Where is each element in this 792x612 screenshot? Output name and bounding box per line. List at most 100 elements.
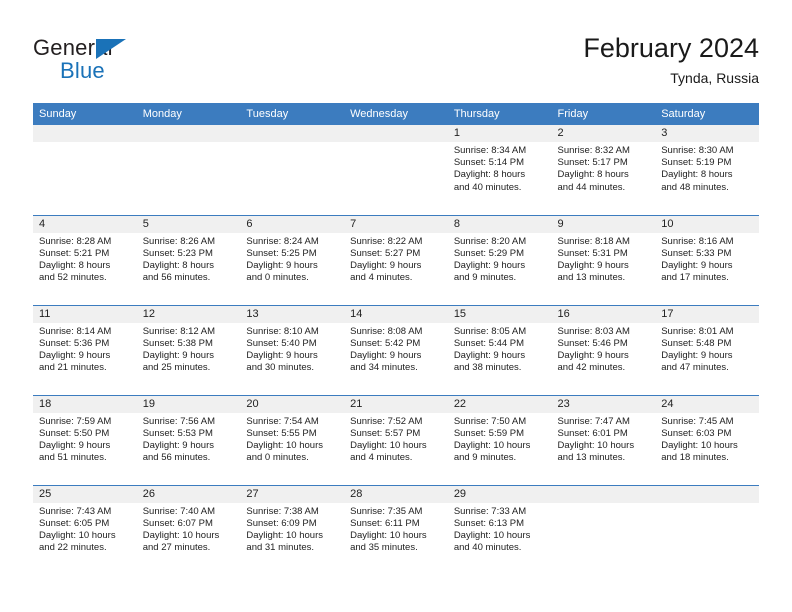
sunset-text: Sunset: 5:50 PM — [39, 427, 110, 439]
calendar-day-cell[interactable]: 10 Sunrise: 8:16 AM Sunset: 5:33 PM Dayligh… — [655, 214, 759, 305]
sunset-text: Sunset: 5:44 PM — [453, 337, 525, 349]
calendar-day-cell[interactable]: 12 Sunrise: 8:12 AM Sunset: 5:38 PM Dayligh… — [136, 304, 241, 395]
daylight-text-line1: Daylight: 10 hours — [246, 529, 323, 541]
daylight-text-line2: and 42 minutes. — [557, 362, 626, 374]
calendar-day-cell[interactable]: 6 Sunrise: 8:24 AM Sunset: 5:25 PM Daylight… — [240, 214, 345, 305]
calendar-day-cell[interactable]: 15 Sunrise: 8:05 AM Sunset: 5:44 PM Dayligh… — [447, 304, 552, 395]
sunset-text: Sunset: 5:46 PM — [557, 337, 628, 349]
daylight-text-line1: Daylight: 10 hours — [142, 529, 220, 541]
calendar-cell-empty — [33, 125, 137, 215]
sunset-text: Sunset: 5:19 PM — [661, 157, 732, 169]
daylight-text-line2: and 34 minutes. — [350, 362, 418, 374]
sunrise-text: Sunrise: 7:47 AM — [557, 415, 630, 427]
weekday-header-thursday: Thursday — [447, 103, 552, 125]
calendar-day-cell[interactable]: 25 Sunrise: 7:43 AM Sunset: 6:05 PM Dayligh… — [33, 484, 137, 575]
calendar-day-cell[interactable]: 26 Sunrise: 7:40 AM Sunset: 6:07 PM Dayligh… — [136, 484, 241, 575]
calendar-day-cell[interactable]: 17 Sunrise: 8:01 AM Sunset: 5:48 PM Dayligh… — [655, 304, 759, 395]
sunset-text: Sunset: 5:31 PM — [557, 247, 628, 259]
logo-secondary-text: Blue — [60, 58, 105, 83]
daylight-text-line1: Daylight: 9 hours — [246, 259, 318, 271]
calendar-week-row: 4 Sunrise: 8:28 AM Sunset: 5:21 PM Daylight… — [33, 214, 759, 305]
page-header: General Blue February 2024 Tynda, Russia — [0, 0, 792, 98]
calendar-day-cell[interactable]: 13 Sunrise: 8:10 AM Sunset: 5:40 PM Dayligh… — [240, 304, 345, 395]
day-details: Sunrise: 8:14 AM Sunset: 5:36 PM Daylight:… — [33, 323, 137, 375]
sunrise-text: Sunrise: 7:54 AM — [246, 415, 319, 427]
day-details: Sunrise: 8:32 AM Sunset: 5:17 PM Daylight:… — [552, 142, 656, 194]
sunset-text: Sunset: 6:05 PM — [39, 517, 110, 529]
calendar-day-cell[interactable]: 23 Sunrise: 7:47 AM Sunset: 6:01 PM Dayligh… — [551, 394, 656, 485]
daylight-text-line1: Daylight: 8 hours — [661, 169, 733, 181]
day-details: Sunrise: 7:38 AM Sunset: 6:09 PM Daylight:… — [240, 503, 344, 555]
sunset-text: Sunset: 6:03 PM — [661, 427, 732, 439]
calendar-day-cell[interactable]: 18 Sunrise: 7:59 AM Sunset: 5:50 PM Dayligh… — [33, 394, 137, 485]
calendar-day-cell[interactable]: 2 Sunrise: 8:32 AM Sunset: 5:17 PM Daylight… — [551, 125, 656, 215]
calendar-day-cell[interactable]: 1 Sunrise: 8:34 AM Sunset: 5:14 PM Daylight… — [447, 125, 552, 215]
day-details: Sunrise: 8:10 AM Sunset: 5:40 PM Daylight:… — [240, 323, 344, 375]
sunrise-text: Sunrise: 7:40 AM — [142, 505, 216, 517]
calendar-day-cell[interactable]: 16 Sunrise: 8:03 AM Sunset: 5:46 PM Dayligh… — [551, 304, 656, 395]
sunrise-text: Sunrise: 8:08 AM — [350, 325, 423, 337]
day-details: Sunrise: 8:20 AM Sunset: 5:29 PM Daylight:… — [448, 233, 552, 285]
daylight-text-line2: and 48 minutes. — [661, 181, 729, 193]
daylight-text-line2: and 9 minutes. — [453, 272, 517, 284]
sunset-text: Sunset: 5:14 PM — [453, 157, 525, 169]
sunset-text: Sunset: 6:09 PM — [246, 517, 317, 529]
calendar-day-cell[interactable]: 14 Sunrise: 8:08 AM Sunset: 5:42 PM Dayligh… — [344, 304, 448, 395]
calendar-day-cell[interactable]: 22 Sunrise: 7:50 AM Sunset: 5:59 PM Dayligh… — [447, 394, 552, 485]
calendar-day-cell[interactable]: 4 Sunrise: 8:28 AM Sunset: 5:21 PM Daylight… — [33, 214, 137, 305]
sunset-text: Sunset: 5:29 PM — [453, 247, 525, 259]
daylight-text-line2: and 40 minutes. — [453, 542, 522, 554]
calendar-day-cell[interactable]: 8 Sunrise: 8:20 AM Sunset: 5:29 PM Daylight… — [447, 214, 552, 305]
day-number: 29 — [447, 485, 552, 503]
daylight-text-line2: and 56 minutes. — [142, 272, 211, 284]
weekday-header-friday: Friday — [551, 103, 656, 125]
day-number: 18 — [33, 395, 137, 413]
calendar-day-cell[interactable]: 20 Sunrise: 7:54 AM Sunset: 5:55 PM Dayligh… — [240, 394, 345, 485]
sunrise-text: Sunrise: 7:33 AM — [453, 505, 527, 517]
daylight-text-line1: Daylight: 10 hours — [557, 439, 635, 451]
day-number: 8 — [447, 215, 552, 233]
daylight-text-line1: Daylight: 8 hours — [39, 259, 111, 271]
calendar-day-cell[interactable]: 29 Sunrise: 7:33 AM Sunset: 6:13 PM Dayligh… — [447, 484, 552, 575]
calendar-week-row: 11 Sunrise: 8:14 AM Sunset: 5:36 PM Dayligh… — [33, 304, 759, 395]
calendar-day-cell[interactable]: 7 Sunrise: 8:22 AM Sunset: 5:27 PM Daylight… — [344, 214, 448, 305]
title-block: February 2024 Tynda, Russia — [583, 32, 759, 88]
calendar-day-cell[interactable]: 27 Sunrise: 7:38 AM Sunset: 6:09 PM Dayligh… — [240, 484, 345, 575]
day-details: Sunrise: 8:34 AM Sunset: 5:14 PM Daylight:… — [448, 142, 552, 194]
sunrise-text: Sunrise: 8:16 AM — [661, 235, 734, 247]
day-number: 2 — [551, 125, 656, 142]
calendar-day-cell[interactable]: 19 Sunrise: 7:56 AM Sunset: 5:53 PM Dayligh… — [136, 394, 241, 485]
day-details: Sunrise: 7:47 AM Sunset: 6:01 PM Daylight:… — [552, 413, 656, 465]
daylight-text-line2: and 0 minutes. — [246, 452, 309, 464]
sunrise-text: Sunrise: 8:26 AM — [142, 235, 216, 247]
sunset-text: Sunset: 5:27 PM — [350, 247, 421, 259]
daylight-text-line2: and 30 minutes. — [246, 362, 315, 374]
day-number: 6 — [240, 215, 345, 233]
calendar-day-cell[interactable]: 21 Sunrise: 7:52 AM Sunset: 5:57 PM Dayligh… — [344, 394, 448, 485]
day-number: 16 — [551, 305, 656, 323]
day-number: 26 — [136, 485, 241, 503]
sunset-text: Sunset: 5:48 PM — [661, 337, 732, 349]
general-blue-logo[interactable]: General Blue — [33, 36, 203, 88]
calendar-day-cell[interactable]: 28 Sunrise: 7:35 AM Sunset: 6:11 PM Dayligh… — [344, 484, 448, 575]
calendar-day-cell[interactable]: 5 Sunrise: 8:26 AM Sunset: 5:23 PM Daylight… — [136, 214, 241, 305]
day-details: Sunrise: 7:43 AM Sunset: 6:05 PM Daylight:… — [33, 503, 137, 555]
weekday-header-sunday: Sunday — [33, 103, 137, 125]
day-number: 24 — [655, 395, 759, 413]
daylight-text-line1: Daylight: 9 hours — [350, 259, 422, 271]
calendar-cell-empty — [655, 484, 759, 575]
day-number: 15 — [447, 305, 552, 323]
day-number: 17 — [655, 305, 759, 323]
calendar-day-cell[interactable]: 11 Sunrise: 8:14 AM Sunset: 5:36 PM Dayligh… — [33, 304, 137, 395]
day-number: 12 — [136, 305, 241, 323]
calendar-day-cell[interactable]: 9 Sunrise: 8:18 AM Sunset: 5:31 PM Daylight… — [551, 214, 656, 305]
sunrise-text: Sunrise: 8:10 AM — [246, 325, 319, 337]
sunrise-text: Sunrise: 8:12 AM — [142, 325, 216, 337]
day-details: Sunrise: 7:33 AM Sunset: 6:13 PM Daylight:… — [448, 503, 552, 555]
day-details: Sunrise: 8:16 AM Sunset: 5:33 PM Daylight:… — [655, 233, 759, 285]
page-subtitle: Tynda, Russia — [670, 70, 759, 86]
calendar-day-cell[interactable]: 24 Sunrise: 7:45 AM Sunset: 6:03 PM Dayligh… — [655, 394, 759, 485]
calendar-day-cell[interactable]: 3 Sunrise: 8:30 AM Sunset: 5:19 PM Daylight… — [655, 125, 759, 215]
day-number — [136, 125, 241, 142]
daylight-text-line1: Daylight: 9 hours — [246, 349, 318, 361]
